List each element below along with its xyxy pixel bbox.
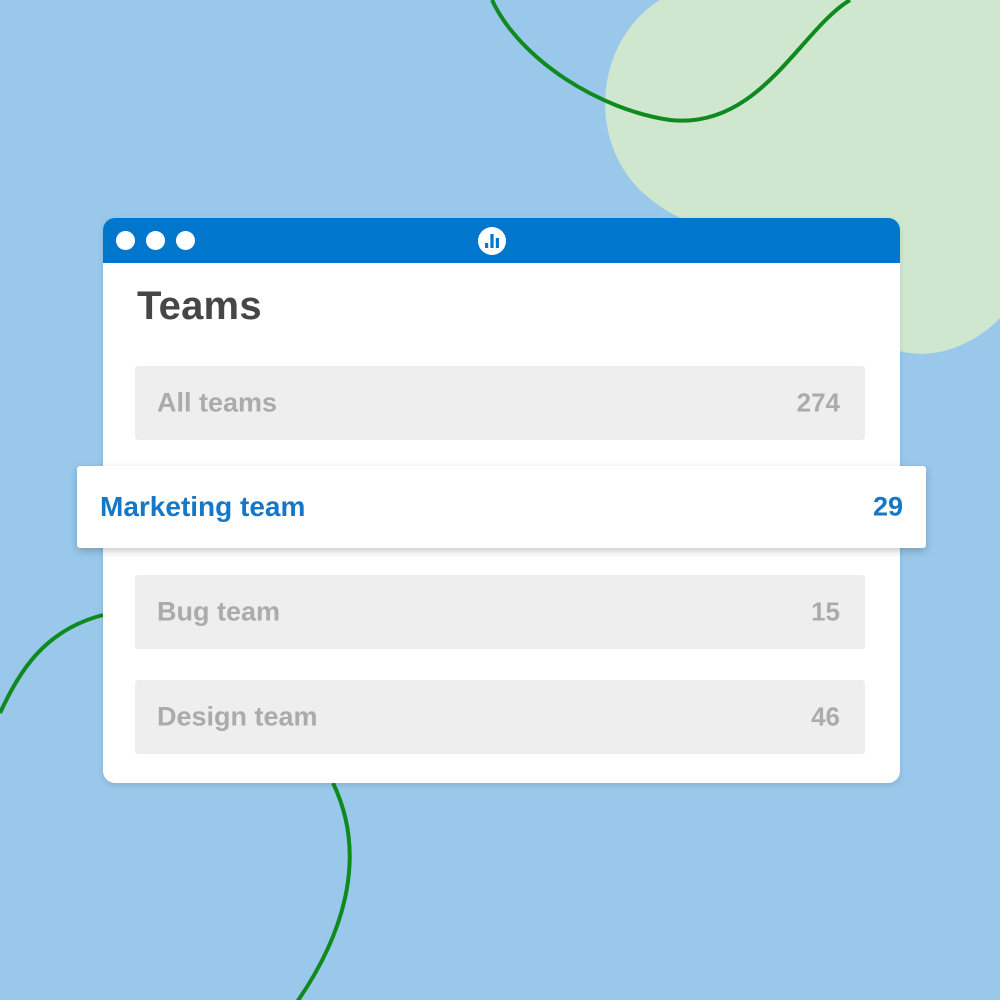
bottom-curve-line — [295, 782, 352, 1000]
team-name: Design team — [157, 701, 318, 732]
left-curve-line — [0, 613, 104, 714]
page-title: Teams — [137, 284, 262, 328]
team-name: Bug team — [157, 596, 281, 627]
window-titlebar — [103, 218, 900, 263]
window-dot-icon[interactable] — [176, 231, 195, 250]
team-name: Marketing team — [100, 491, 306, 522]
bar-chart-icon — [478, 227, 506, 255]
team-count: 29 — [872, 491, 903, 522]
team-row-bug-team[interactable]: Bug team 15 — [135, 575, 865, 649]
team-row-design-team[interactable]: Design team 46 — [135, 680, 865, 754]
background-scene: Teams All teams 274 Bug team 15 Design t… — [0, 0, 1000, 1000]
team-row-marketing-team-selected[interactable]: Marketing team 29 — [77, 466, 926, 548]
team-name: All teams — [157, 387, 278, 418]
team-count: 274 — [796, 387, 840, 418]
team-count: 15 — [811, 596, 840, 627]
window-dot-icon[interactable] — [146, 231, 165, 250]
window-dot-icon[interactable] — [116, 231, 135, 250]
team-row-all-teams[interactable]: All teams 274 — [135, 366, 865, 440]
team-count: 46 — [811, 701, 840, 732]
